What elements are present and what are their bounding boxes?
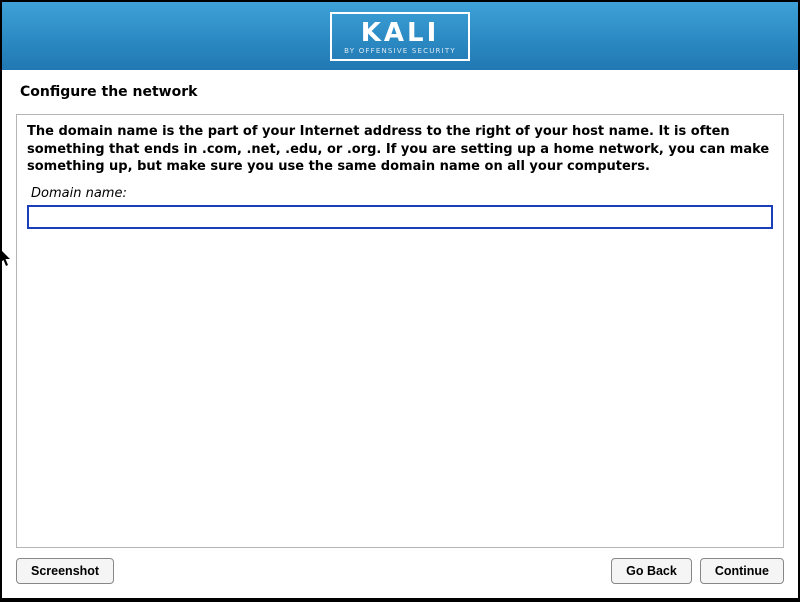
domain-input[interactable] bbox=[27, 205, 773, 229]
domain-label: Domain name: bbox=[31, 186, 773, 201]
logo-subtext: BY OFFENSIVE SECURITY bbox=[344, 47, 456, 55]
description-text: The domain name is the part of your Inte… bbox=[27, 123, 773, 176]
go-back-button[interactable]: Go Back bbox=[611, 558, 692, 584]
footer-bar: Screenshot Go Back Continue bbox=[2, 548, 798, 598]
continue-button[interactable]: Continue bbox=[700, 558, 784, 584]
kali-logo: KALI BY OFFENSIVE SECURITY bbox=[330, 12, 470, 61]
page-title: Configure the network bbox=[2, 70, 798, 114]
screenshot-button[interactable]: Screenshot bbox=[16, 558, 114, 584]
logo-text: KALI bbox=[344, 20, 456, 46]
content-panel: The domain name is the part of your Inte… bbox=[16, 114, 784, 548]
installer-window: KALI BY OFFENSIVE SECURITY Configure the… bbox=[2, 2, 798, 598]
header-banner: KALI BY OFFENSIVE SECURITY bbox=[2, 2, 798, 70]
